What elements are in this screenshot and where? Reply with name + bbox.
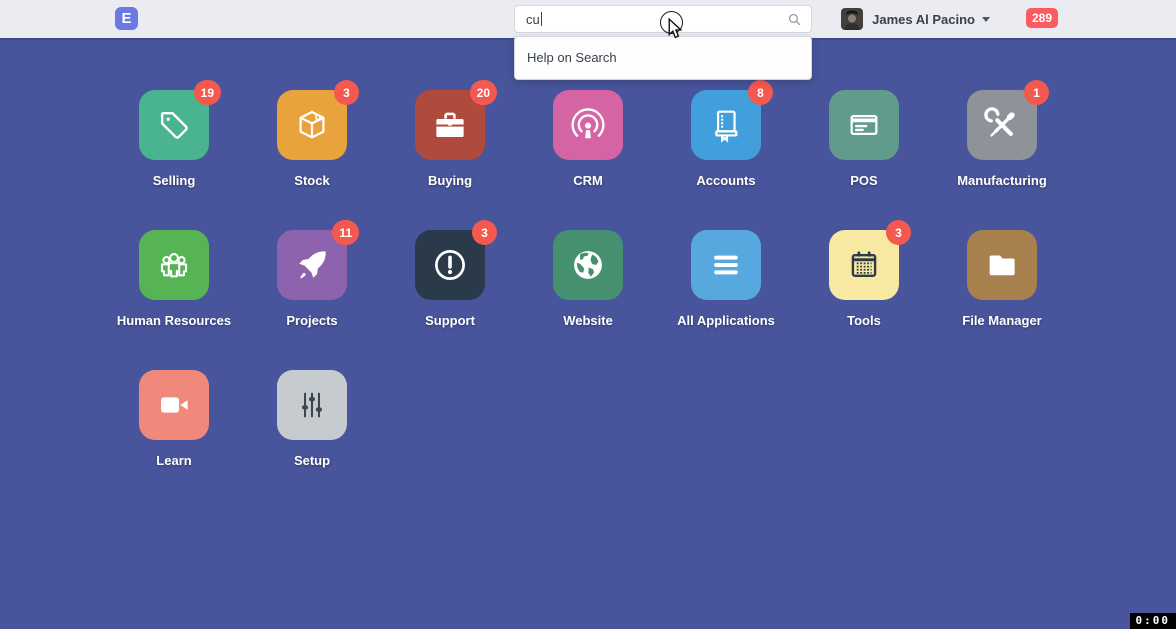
search-input[interactable]: cu <box>514 5 812 33</box>
app-support[interactable]: 3 Support <box>381 220 519 360</box>
app-label: Tools <box>847 313 881 328</box>
app-label: Setup <box>294 453 330 468</box>
menu-icon[interactable] <box>691 230 761 300</box>
top-navbar: E cu Help on Search James Al Pacino 2 <box>0 0 1176 38</box>
app-label: Accounts <box>696 173 755 188</box>
app-buying[interactable]: 20 Buying <box>381 80 519 220</box>
app-all-applications[interactable]: All Applications <box>657 220 795 360</box>
app-manufacturing[interactable]: 1 Manufacturing <box>933 80 1071 220</box>
app-human-resources[interactable]: Human Resources <box>105 220 243 360</box>
app-stock[interactable]: 3 Stock <box>243 80 381 220</box>
app-label: POS <box>850 173 877 188</box>
user-avatar <box>841 8 863 30</box>
search-input-value: cu <box>526 12 540 27</box>
app-website[interactable]: Website <box>519 220 657 360</box>
app-badge-count: 8 <box>748 80 773 105</box>
app-label: Support <box>425 313 475 328</box>
app-label: Stock <box>294 173 329 188</box>
app-badge-count: 19 <box>194 80 221 105</box>
podcast-icon[interactable] <box>553 90 623 160</box>
app-selling[interactable]: 19 Selling <box>105 80 243 220</box>
app-tools[interactable]: 3 Tools <box>795 220 933 360</box>
globe-icon[interactable] <box>553 230 623 300</box>
app-label: Learn <box>156 453 191 468</box>
dropdown-item[interactable]: Help on Search <box>515 39 811 77</box>
app-crm[interactable]: CRM <box>519 80 657 220</box>
app-logo[interactable]: E <box>115 7 138 30</box>
app-pos[interactable]: POS <box>795 80 933 220</box>
user-menu[interactable]: James Al Pacino <box>841 0 990 38</box>
sliders-icon[interactable] <box>277 370 347 440</box>
app-label: Selling <box>153 173 196 188</box>
search-area: cu Help on Search <box>514 5 812 33</box>
screen-recording-timer: 0:00 <box>1130 613 1176 629</box>
app-learn[interactable]: Learn <box>105 360 243 500</box>
app-label: Human Resources <box>117 313 231 328</box>
app-badge-count: 1 <box>1024 80 1049 105</box>
chevron-down-icon <box>982 17 990 22</box>
app-badge-count: 20 <box>470 80 497 105</box>
app-label: CRM <box>573 173 603 188</box>
app-badge-count: 3 <box>334 80 359 105</box>
folder-icon[interactable] <box>967 230 1037 300</box>
notifications-badge[interactable]: 289 <box>1026 8 1058 28</box>
app-label: All Applications <box>677 313 775 328</box>
app-accounts[interactable]: 8 Accounts <box>657 80 795 220</box>
search-icon <box>786 11 803 28</box>
video-icon[interactable] <box>139 370 209 440</box>
app-badge-count: 3 <box>886 220 911 245</box>
app-badge-count: 11 <box>332 220 359 245</box>
card-icon[interactable] <box>829 90 899 160</box>
text-caret <box>541 12 542 26</box>
app-label: Website <box>563 313 613 328</box>
app-label: Manufacturing <box>957 173 1047 188</box>
search-dropdown: Help on Search <box>514 36 812 80</box>
app-badge-count: 3 <box>472 220 497 245</box>
app-setup[interactable]: Setup <box>243 360 381 500</box>
user-name: James Al Pacino <box>872 12 975 27</box>
app-label: File Manager <box>962 313 1041 328</box>
app-projects[interactable]: 11 Projects <box>243 220 381 360</box>
people-icon[interactable] <box>139 230 209 300</box>
app-file-manager[interactable]: File Manager <box>933 220 1071 360</box>
app-label: Buying <box>428 173 472 188</box>
app-label: Projects <box>286 313 337 328</box>
app-grid: 19 Selling 3 Stock 20 Buying CRM 8 Accou… <box>105 80 1071 500</box>
